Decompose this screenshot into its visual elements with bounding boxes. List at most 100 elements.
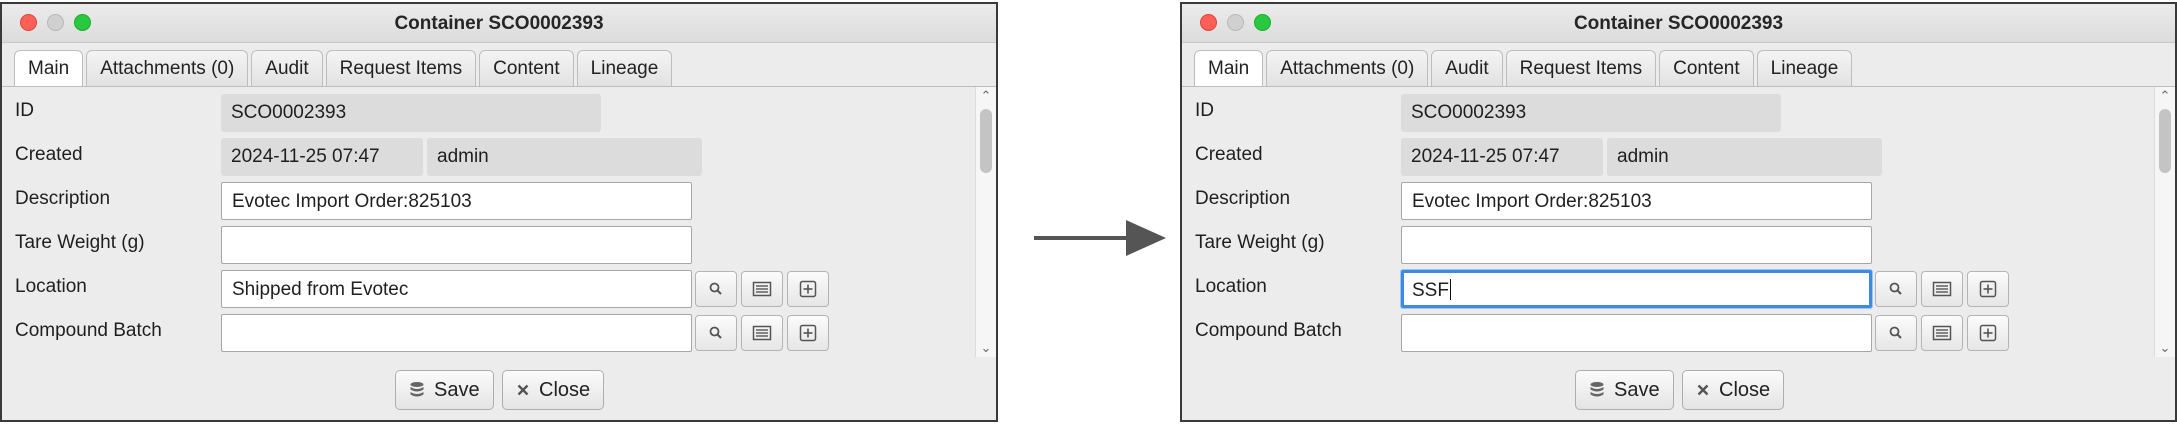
tab-lineage[interactable]: Lineage [1756,50,1853,86]
compound-batch-field[interactable] [1401,314,1872,352]
created-by: admin [427,138,702,176]
location-row: Location Shipped from Evotec [2,270,976,310]
compound-batch-field[interactable] [221,314,692,352]
id-label: ID [15,100,34,121]
list-icon [752,281,772,297]
tab-main[interactable]: Main [14,50,84,86]
location-list-button[interactable] [1921,271,1963,307]
search-icon [709,326,722,339]
id-row: ID SCO0002393 [1182,94,2155,134]
title-bar: Container SCO0002393 [2,4,996,43]
tab-audit[interactable]: Audit [1431,50,1503,86]
list-icon [752,325,772,341]
created-label: Created [15,144,83,165]
created-label: Created [1195,144,1263,165]
search-icon [1889,282,1902,295]
id-label: ID [1195,100,1214,121]
add-icon [1979,280,1997,298]
tab-request-items[interactable]: Request Items [325,50,477,86]
compound-add-button[interactable] [1967,315,2009,351]
description-field[interactable]: Evotec Import Order:825103 [1401,182,1872,220]
location-label: Location [15,276,87,297]
dialog-footer: Save Close [1182,370,2175,414]
compound-list-button[interactable] [741,315,783,351]
compound-batch-row: Compound Batch [1182,314,2155,354]
save-label: Save [434,378,480,401]
compound-batch-label: Compound Batch [1195,320,1342,341]
dialog-footer: Save Close [2,370,996,414]
location-search-button[interactable] [695,271,737,307]
tare-weight-field[interactable] [1401,226,1872,264]
description-field[interactable]: Evotec Import Order:825103 [221,182,692,220]
main-form: ID SCO0002393 Created 2024-11-25 07:47 a… [2,87,996,357]
vertical-scrollbar[interactable]: ⌃ ⌄ [2154,87,2175,357]
add-icon [1979,324,1997,342]
tab-bar: Main Attachments (0) Audit Request Items… [1194,50,1853,86]
scroll-down-icon[interactable]: ⌄ [2155,340,2175,356]
location-search-button[interactable] [1875,271,1917,307]
location-label: Location [1195,276,1267,297]
id-row: ID SCO0002393 [2,94,976,134]
tab-content[interactable]: Content [1659,50,1754,86]
scrollbar-thumb[interactable] [980,109,992,173]
compound-batch-label: Compound Batch [15,320,162,341]
location-list-button[interactable] [741,271,783,307]
close-label: Close [1719,378,1771,401]
add-icon [799,324,817,342]
location-add-button[interactable] [1967,271,2009,307]
tab-audit[interactable]: Audit [251,50,323,86]
close-label: Close [539,378,591,401]
database-icon [410,382,424,397]
compound-search-button[interactable] [695,315,737,351]
scroll-up-icon[interactable]: ⌃ [2155,88,2175,104]
list-icon [1932,281,1952,297]
tab-main[interactable]: Main [1194,50,1264,86]
id-value: SCO0002393 [1401,94,1781,132]
close-button[interactable]: Close [502,370,605,410]
scroll-down-icon[interactable]: ⌄ [976,340,996,356]
compound-list-button[interactable] [1921,315,1963,351]
save-button[interactable]: Save [1575,370,1674,410]
tab-attachments[interactable]: Attachments (0) [1266,50,1429,86]
tab-attachments[interactable]: Attachments (0) [86,50,249,86]
tab-request-items[interactable]: Request Items [1505,50,1657,86]
database-icon [1590,382,1604,397]
description-label: Description [15,188,111,209]
vertical-scrollbar[interactable]: ⌃ ⌄ [975,87,996,357]
scroll-up-icon[interactable]: ⌃ [976,88,996,104]
tare-weight-label: Tare Weight (g) [1195,232,1325,253]
description-row: Description Evotec Import Order:825103 [1182,182,2155,222]
tare-weight-label: Tare Weight (g) [15,232,145,253]
tab-bar: Main Attachments (0) Audit Request Items… [14,50,673,86]
created-row: Created 2024-11-25 07:47 admin [2,138,976,178]
container-window-before: Container SCO0002393 Main Attachments (0… [0,2,998,422]
created-row: Created 2024-11-25 07:47 admin [1182,138,2155,178]
search-icon [709,282,722,295]
tare-weight-row: Tare Weight (g) [2,226,976,266]
created-date: 2024-11-25 07:47 [221,138,423,176]
compound-batch-row: Compound Batch [2,314,976,354]
location-add-button[interactable] [787,271,829,307]
created-date: 2024-11-25 07:47 [1401,138,1603,176]
tare-weight-field[interactable] [221,226,692,264]
location-field[interactable]: SSF [1401,270,1872,308]
location-row: Location SSF [1182,270,2155,310]
add-icon [799,280,817,298]
compound-add-button[interactable] [787,315,829,351]
location-value: SSF [1412,280,1449,301]
tare-weight-row: Tare Weight (g) [1182,226,2155,266]
location-field[interactable]: Shipped from Evotec [221,270,692,308]
title-bar: Container SCO0002393 [1182,4,2175,43]
compound-search-button[interactable] [1875,315,1917,351]
window-title: Container SCO0002393 [394,13,604,34]
right-arrow-icon [1034,220,1166,256]
close-button[interactable]: Close [1682,370,1785,410]
tab-lineage[interactable]: Lineage [576,50,673,86]
tab-content[interactable]: Content [479,50,574,86]
close-icon [517,384,529,396]
container-window-after: Container SCO0002393 Main Attachments (0… [1180,2,2177,422]
list-icon [1932,325,1952,341]
save-button[interactable]: Save [395,370,494,410]
scrollbar-thumb[interactable] [2159,109,2171,173]
description-row: Description Evotec Import Order:825103 [2,182,976,222]
